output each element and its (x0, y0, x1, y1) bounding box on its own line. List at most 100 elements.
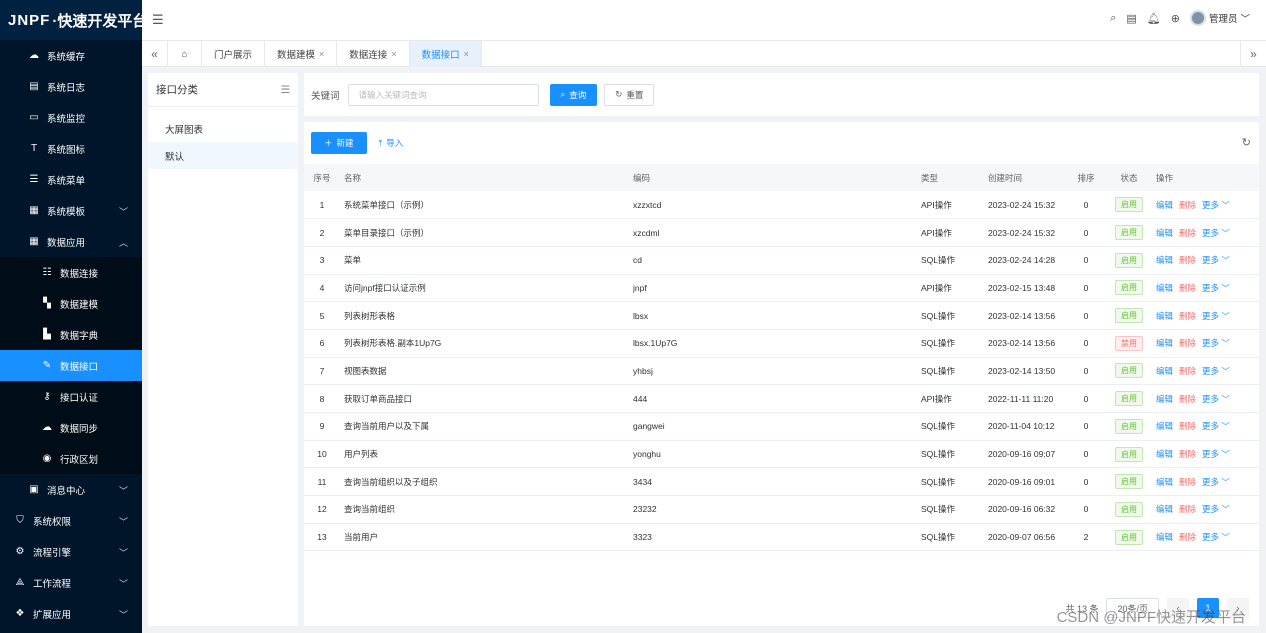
table-cell: 0 (1066, 467, 1106, 497)
actions-cell: 编辑 删除 更多 ﹀ (1152, 218, 1259, 247)
more-dropdown[interactable]: 更多 ﹀ (1202, 421, 1230, 431)
close-icon[interactable]: × (391, 49, 396, 59)
sidebar-item[interactable]: ⚙ 流程引擎 ﹀ (0, 536, 142, 567)
more-label: 更多 (1202, 199, 1220, 210)
table-refresh-icon[interactable]: ↻ (1242, 136, 1251, 149)
message-board-icon[interactable]: ▤ (1126, 12, 1136, 25)
table-row: 2 菜单目录接口（示例） xzcdml API操作 2023-02-24 15:32 0 启… (304, 218, 1259, 247)
delete-link[interactable]: 删除 (1179, 338, 1196, 348)
close-icon[interactable]: × (319, 49, 324, 59)
tab-item[interactable]: 数据接口 × (409, 41, 482, 67)
tabs-scroll-left-icon[interactable]: « (142, 41, 168, 67)
query-button[interactable]: ⌕ 查询 (549, 83, 598, 106)
sidebar-item[interactable]: ☁ 数据同步 (0, 412, 142, 443)
table-cell: lbsx.1Up7G (629, 329, 917, 358)
data-model-icon: ▚ (43, 298, 51, 309)
sidebar-item[interactable]: ▚ 数据建模 (0, 288, 142, 319)
sidebar-item[interactable]: ☁ 系统缓存 (0, 40, 142, 71)
more-dropdown[interactable]: 更多 ﹀ (1202, 366, 1230, 376)
delete-link[interactable]: 删除 (1179, 311, 1196, 321)
sidebar-item[interactable]: ▣ 消息中心 ﹀ (0, 474, 142, 505)
category-item[interactable]: 大屏图表 (148, 115, 298, 142)
category-item[interactable]: 默认 (148, 142, 298, 169)
more-dropdown[interactable]: 更多 ﹀ (1202, 394, 1230, 404)
more-dropdown[interactable]: 更多 ﹀ (1202, 504, 1230, 514)
more-dropdown[interactable]: 更多 ﹀ (1202, 338, 1230, 348)
sidebar-item[interactable]: ☷ 数据连接 (0, 257, 142, 288)
more-dropdown[interactable]: 更多 ﹀ (1202, 532, 1230, 542)
sidebar-item[interactable]: ⛉ 系统权限 ﹀ (0, 505, 142, 536)
delete-link[interactable]: 删除 (1179, 504, 1196, 514)
table-card: ＋ 新建 ⤒ 导入 ↻ 序号 名称 编码 类型 创建时间 排序 状态 操作 1 系统菜单接口（示… (304, 122, 1259, 626)
more-dropdown[interactable]: 更多 ﹀ (1202, 477, 1230, 487)
delete-link[interactable]: 删除 (1179, 255, 1196, 265)
edit-link[interactable]: 编辑 (1156, 532, 1173, 542)
more-dropdown[interactable]: 更多 ﹀ (1202, 449, 1230, 459)
sidebar-item[interactable]: ▤ 系统日志 (0, 71, 142, 102)
close-icon[interactable]: × (464, 49, 469, 59)
table-cell: 2023-02-24 15:32 (984, 218, 1066, 247)
delete-link[interactable]: 删除 (1179, 283, 1196, 293)
keyword-input[interactable] (347, 83, 539, 106)
sidebar-item[interactable]: ☰ 系统菜单 (0, 164, 142, 195)
tab-item[interactable]: 门户展示 (202, 41, 266, 67)
more-dropdown[interactable]: 更多 ﹀ (1202, 255, 1230, 265)
bell-icon[interactable]: 🔔︎ (1147, 12, 1161, 25)
sidebar-item[interactable]: ❖ 扩展应用 ﹀ (0, 598, 142, 629)
column-header: 创建时间 (984, 164, 1066, 191)
category-menu-icon[interactable]: ☰ (281, 84, 290, 96)
sidebar-item[interactable]: ◉ 行政区划 (0, 443, 142, 474)
delete-link[interactable]: 删除 (1179, 477, 1196, 487)
more-dropdown[interactable]: 更多 ﹀ (1202, 228, 1230, 238)
sidebar-item[interactable]: ▙ 数据字典 (0, 319, 142, 350)
sidebar-item[interactable]: ⟁ 工作流程 ﹀ (0, 567, 142, 598)
sidebar-item[interactable]: T 系统图标 (0, 133, 142, 164)
menu-fold-icon[interactable]: ☰ (152, 12, 164, 28)
reset-button[interactable]: ↻ 重置 (604, 83, 655, 106)
edit-link[interactable]: 编辑 (1156, 338, 1173, 348)
edit-link[interactable]: 编辑 (1156, 477, 1173, 487)
new-button[interactable]: ＋ 新建 (311, 132, 367, 154)
delete-link[interactable]: 删除 (1179, 394, 1196, 404)
category-panel: 接口分类 ☰ 大屏图表 默认 (148, 73, 298, 626)
edit-link[interactable]: 编辑 (1156, 394, 1173, 404)
edit-link[interactable]: 编辑 (1156, 449, 1173, 459)
status-badge: 启用 (1115, 501, 1143, 517)
table-cell: 0 (1066, 440, 1106, 469)
app-logo[interactable]: JNPF ·快速开发平台 (0, 0, 147, 40)
user-menu[interactable]: 管理员 ﹀ (1189, 10, 1250, 26)
edit-link[interactable]: 编辑 (1156, 504, 1173, 514)
globe-icon[interactable]: ⊕ (1171, 12, 1180, 25)
edit-link[interactable]: 编辑 (1156, 255, 1173, 265)
status-badge: 启用 (1115, 529, 1143, 545)
delete-link[interactable]: 删除 (1179, 228, 1196, 238)
delete-link[interactable]: 删除 (1179, 449, 1196, 459)
edit-link[interactable]: 编辑 (1156, 200, 1173, 210)
delete-link[interactable]: 删除 (1179, 421, 1196, 431)
sidebar-item[interactable]: ✎ 数据接口 (0, 350, 142, 381)
edit-link[interactable]: 编辑 (1156, 228, 1173, 238)
tab-item[interactable]: 数据连接 × (337, 41, 410, 67)
more-dropdown[interactable]: 更多 ﹀ (1202, 200, 1230, 210)
tabs-scroll-right-icon[interactable]: » (1240, 41, 1266, 67)
more-dropdown[interactable]: 更多 ﹀ (1202, 311, 1230, 321)
delete-link[interactable]: 删除 (1179, 532, 1196, 542)
reset-label: 重置 (626, 89, 644, 100)
sidebar-item[interactable]: ▦ 数据应用 ︿ (0, 226, 142, 257)
sidebar-item[interactable]: ▦ 系统模板 ﹀ (0, 195, 142, 226)
edit-link[interactable]: 编辑 (1156, 366, 1173, 376)
delete-link[interactable]: 删除 (1179, 366, 1196, 376)
search-icon[interactable]: ⌕ (1110, 12, 1116, 25)
delete-link[interactable]: 删除 (1179, 200, 1196, 210)
import-button[interactable]: ⤒ 导入 (379, 137, 404, 149)
tab-item[interactable]: 数据建模 × (265, 41, 338, 67)
tab-home[interactable]: ⌂ (168, 41, 202, 67)
edit-link[interactable]: 编辑 (1156, 421, 1173, 431)
more-dropdown[interactable]: 更多 ﹀ (1202, 283, 1230, 293)
edit-link[interactable]: 编辑 (1156, 311, 1173, 321)
edit-link[interactable]: 编辑 (1156, 283, 1173, 293)
sidebar-item[interactable]: ⚷ 接口认证 (0, 381, 142, 412)
cloud-icon: ☁ (29, 50, 39, 61)
sidebar-item[interactable]: ▭ 系统监控 (0, 102, 142, 133)
avatar (1189, 10, 1206, 26)
